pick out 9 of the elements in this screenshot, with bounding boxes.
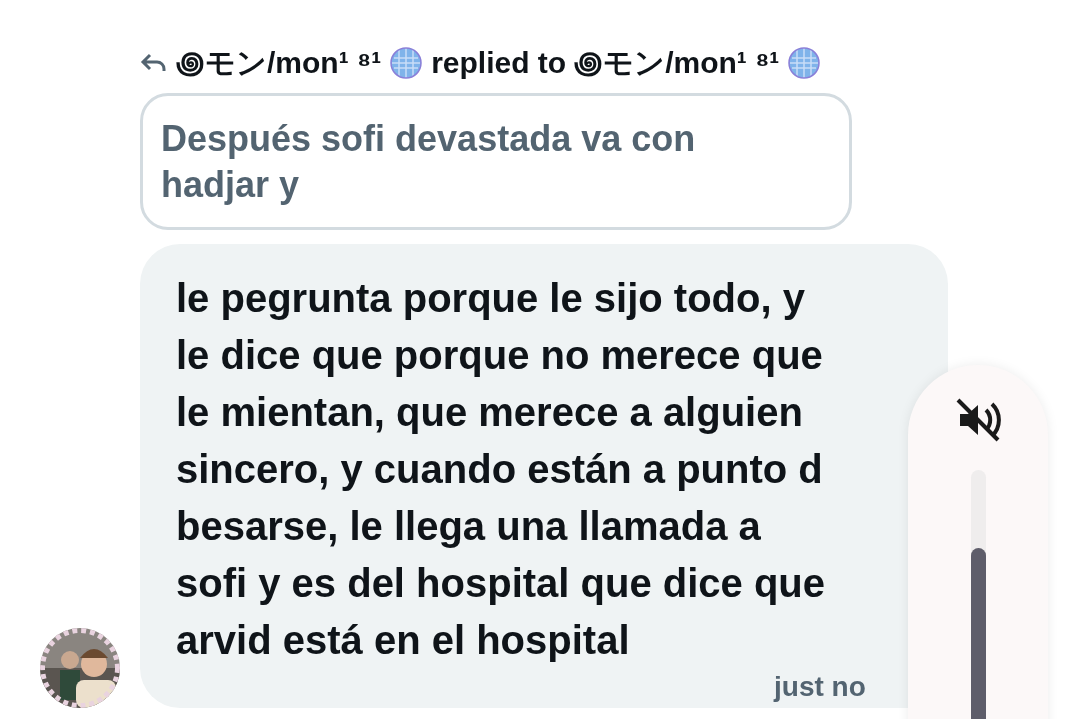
- quoted-message[interactable]: Después sofi devastada va con hadjar y: [140, 93, 852, 230]
- volume-slider[interactable]: [970, 470, 986, 719]
- disco-ball-icon: [787, 45, 822, 80]
- message-text: le pegrunta porque le sijo todo, y le dice que porque no merece que le mientan, que merece a alguien sincero, y cuando están a punto d besarse, le llega una llamada a sofi y es del hospital que dice que arvid está en el hospital: [176, 275, 826, 664]
- replied-to-label: replied to: [431, 45, 567, 81]
- disco-ball-icon: [389, 45, 424, 80]
- author-name[interactable]: ꩜モン/mon¹ ⁸¹: [176, 40, 382, 85]
- message-time: just no: [774, 672, 866, 702]
- target-name[interactable]: ꩜モン/mon¹ ⁸¹: [574, 40, 780, 85]
